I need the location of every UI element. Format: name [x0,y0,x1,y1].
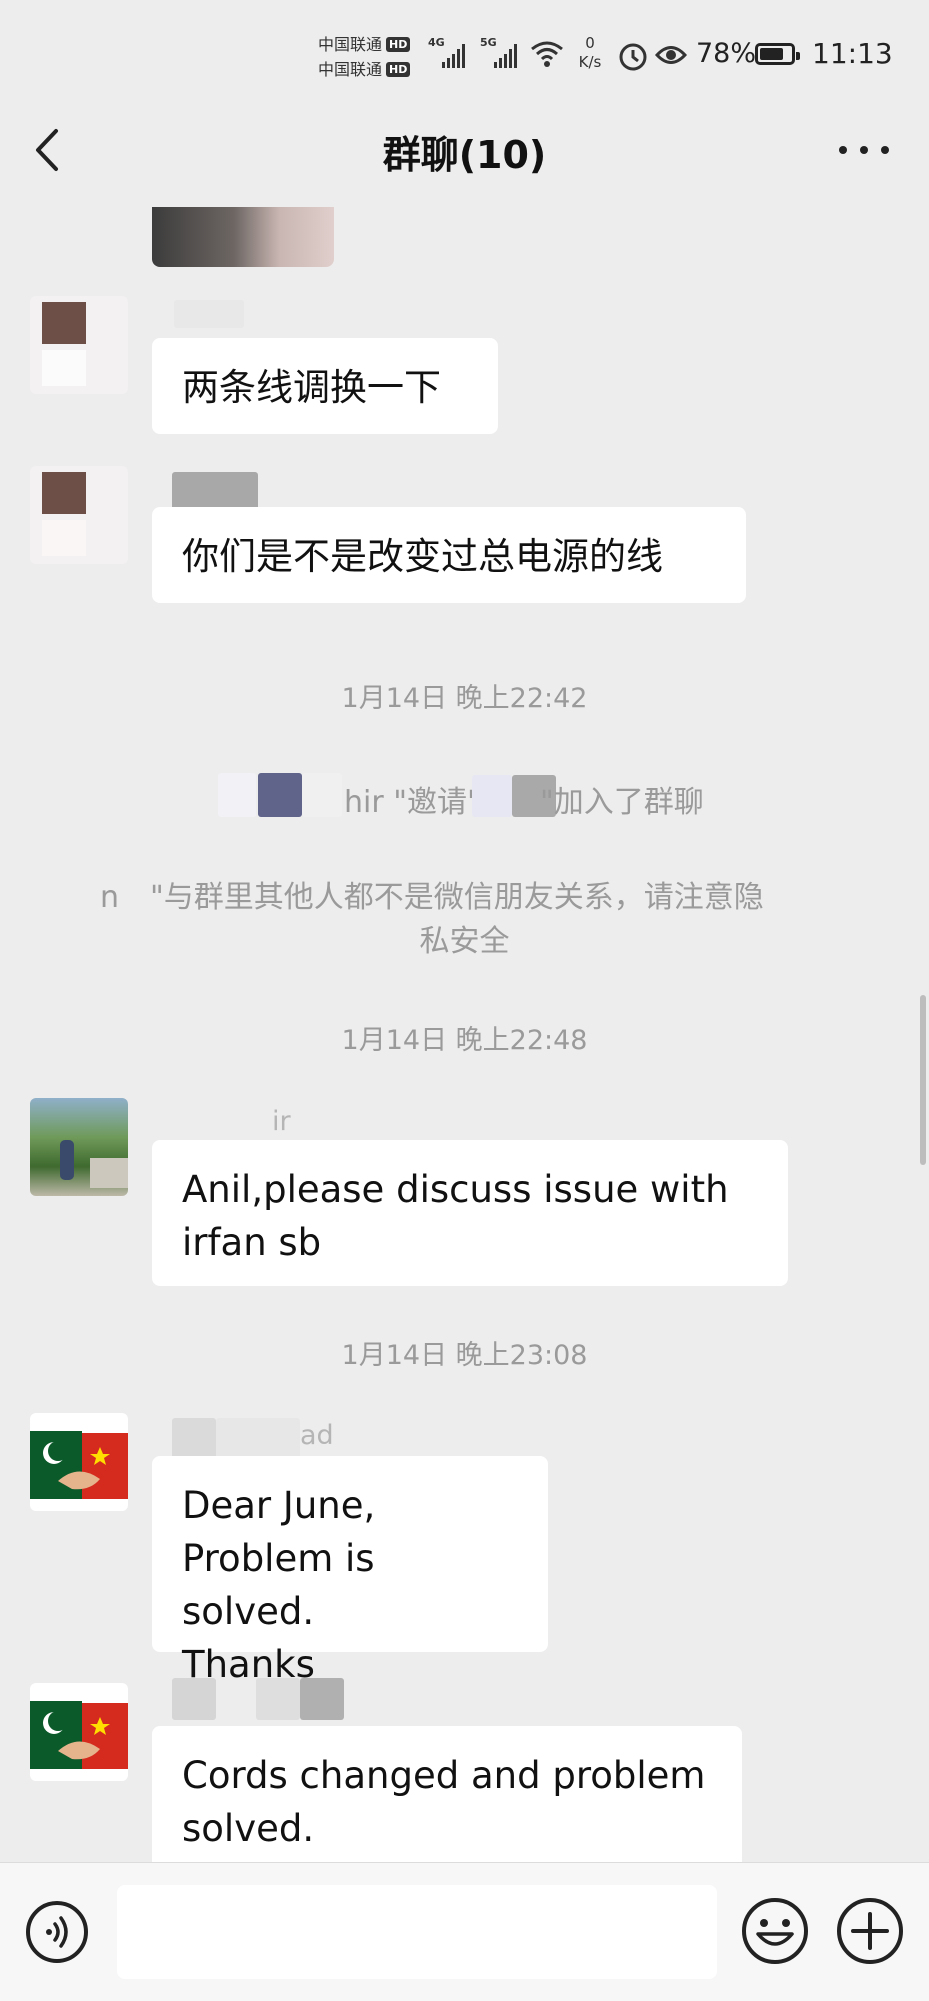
plus-circle-icon[interactable] [835,1896,905,1966]
message-bubble[interactable]: Anil,please discuss issue with irfan sb [152,1140,788,1286]
battery-percent: 78% [696,38,757,69]
scrollbar[interactable] [920,995,926,1165]
message-bubble[interactable]: 你们是不是改变过总电源的线 [152,507,746,603]
carrier-info: 中国联通 HD 中国联通 HD [318,32,411,82]
message-text: 你们是不是改变过总电源的线 [182,535,663,578]
message-bubble[interactable]: 两条线调换一下 [152,338,498,434]
sender-name [216,1418,300,1460]
sender-name [300,1678,344,1720]
sender-name-fragment: ad [300,1420,334,1451]
timestamp: 1月14日 晚上23:08 [341,1340,588,1371]
message-input[interactable] [117,1885,717,1979]
privacy-text-2: 私安全 [419,924,510,959]
voice-icon[interactable] [25,1900,89,1964]
net-speed-value: 0 [585,34,595,52]
flag-handshake-avatar[interactable] [30,1683,128,1781]
message-text: 两条线调换一下 [182,366,441,409]
timestamp: 1月14日 晚上22:42 [341,683,588,714]
carrier-2: 中国联通 [318,60,383,79]
status-bar: 中国联通 HD 中国联通 HD 4G 5G 0 K/s 78% 11:13 [0,0,929,112]
net-speed-unit: K/s [578,53,602,71]
wifi-icon [531,41,563,67]
privacy-text: "与群里其他人都不是微信朋友关系，请注意隐 [150,880,764,915]
avatar[interactable] [30,296,128,394]
message-text-line: Problem is solved. [182,1537,375,1633]
timestamp: 1月14日 晚上22:48 [341,1025,588,1056]
hd-badge-2: HD [386,62,411,77]
sender-name [256,1678,300,1720]
sender-name [174,300,244,328]
invite-text-1: hir "邀请" [344,785,481,820]
emoji-icon[interactable] [740,1896,810,1966]
eye-icon [655,46,687,64]
message-bubble[interactable]: Cords changed and problem solved. [152,1726,742,1862]
sender-name: ir [272,1106,291,1137]
battery-icon [755,43,800,65]
invite-text-2: "加入了群聊 [540,785,704,820]
message-bubble[interactable]: Dear June, Problem is solved. Thanks [152,1456,548,1686]
chat-title: 群聊(10) [382,133,547,177]
image-message[interactable] [152,207,334,267]
sender-name [172,1678,216,1720]
alarm-icon [619,43,647,71]
notice-mark: n [100,880,120,915]
input-bar [0,1862,929,2001]
avatar[interactable] [30,466,128,564]
avatar[interactable] [30,1098,128,1196]
message-text: Anil,please discuss issue with irfan sb [182,1168,729,1264]
message-text: Cords changed and problem solved. [182,1754,706,1850]
sender-name [172,1418,216,1460]
message-text-line: Dear June, [182,1484,376,1527]
flag-handshake-avatar[interactable] [30,1413,128,1511]
clock: 11:13 [812,37,893,70]
network-speed: 0 K/s [572,34,608,72]
message-text-line: Thanks [182,1643,315,1686]
hd-badge: HD [386,37,411,52]
carrier-1: 中国联通 [318,35,383,54]
more-dots-icon[interactable] [834,128,894,172]
